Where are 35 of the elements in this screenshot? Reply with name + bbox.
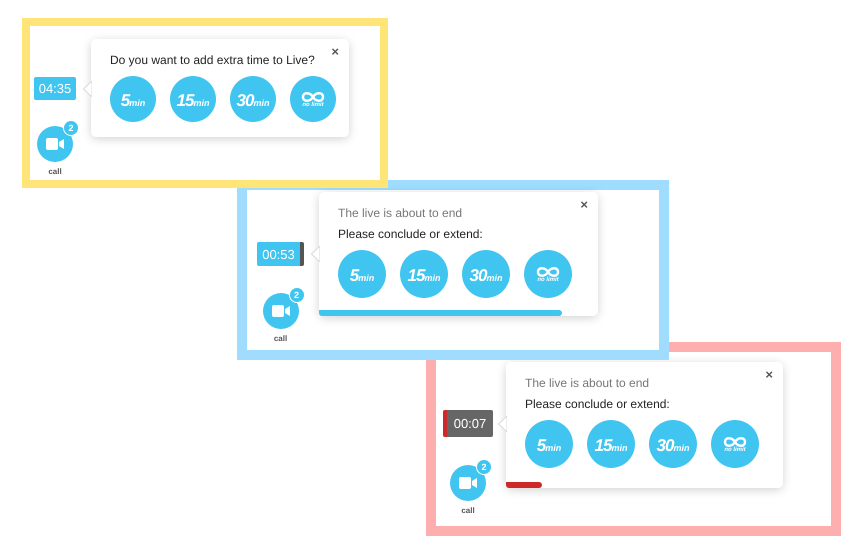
add-minutes-button[interactable]: 5min — [525, 420, 573, 468]
count-badge: 2 — [476, 459, 492, 475]
infinity-icon — [536, 266, 560, 278]
video-camera-icon — [459, 477, 477, 489]
prompt-text: Please conclude or extend: — [525, 397, 671, 411]
add-minutes-button[interactable]: 15min — [170, 76, 216, 122]
call-label: call — [274, 334, 288, 343]
question-text: Do you want to add extra time to Live? — [110, 53, 316, 67]
close-button[interactable]: × — [580, 198, 588, 211]
video-call-button[interactable] — [450, 465, 486, 501]
close-button[interactable]: × — [331, 45, 339, 58]
countdown-timer: 04:35 — [34, 77, 76, 100]
add-minutes-button[interactable]: 30min — [462, 250, 510, 298]
countdown-timer: 00:07 — [443, 410, 493, 437]
add-minutes-button[interactable]: 15min — [400, 250, 448, 298]
prompt-text: Please conclude or extend: — [338, 227, 484, 241]
infinity-icon — [723, 436, 747, 448]
add-minutes-button[interactable]: 5min — [338, 250, 386, 298]
call-label: call — [461, 506, 475, 515]
video-call-button[interactable] — [37, 126, 73, 162]
video-camera-icon — [272, 305, 290, 317]
add-minutes-button[interactable]: 30min — [649, 420, 697, 468]
infinity-icon — [301, 90, 325, 102]
notice-text: The live is about to end — [525, 376, 650, 390]
video-camera-icon — [46, 138, 64, 150]
count-badge: 2 — [63, 120, 79, 136]
video-call-button[interactable] — [262, 293, 298, 329]
countdown-timer: 00:53 — [257, 242, 304, 266]
add-minutes-button[interactable]: 15min — [587, 420, 635, 468]
add-minutes-button[interactable]: 30min — [230, 76, 276, 122]
call-label: call — [48, 167, 62, 176]
notice-text: The live is about to end — [338, 206, 464, 220]
count-badge: 2 — [288, 287, 304, 303]
close-button[interactable]: × — [765, 368, 773, 381]
add-minutes-button[interactable]: 5min — [110, 76, 156, 122]
